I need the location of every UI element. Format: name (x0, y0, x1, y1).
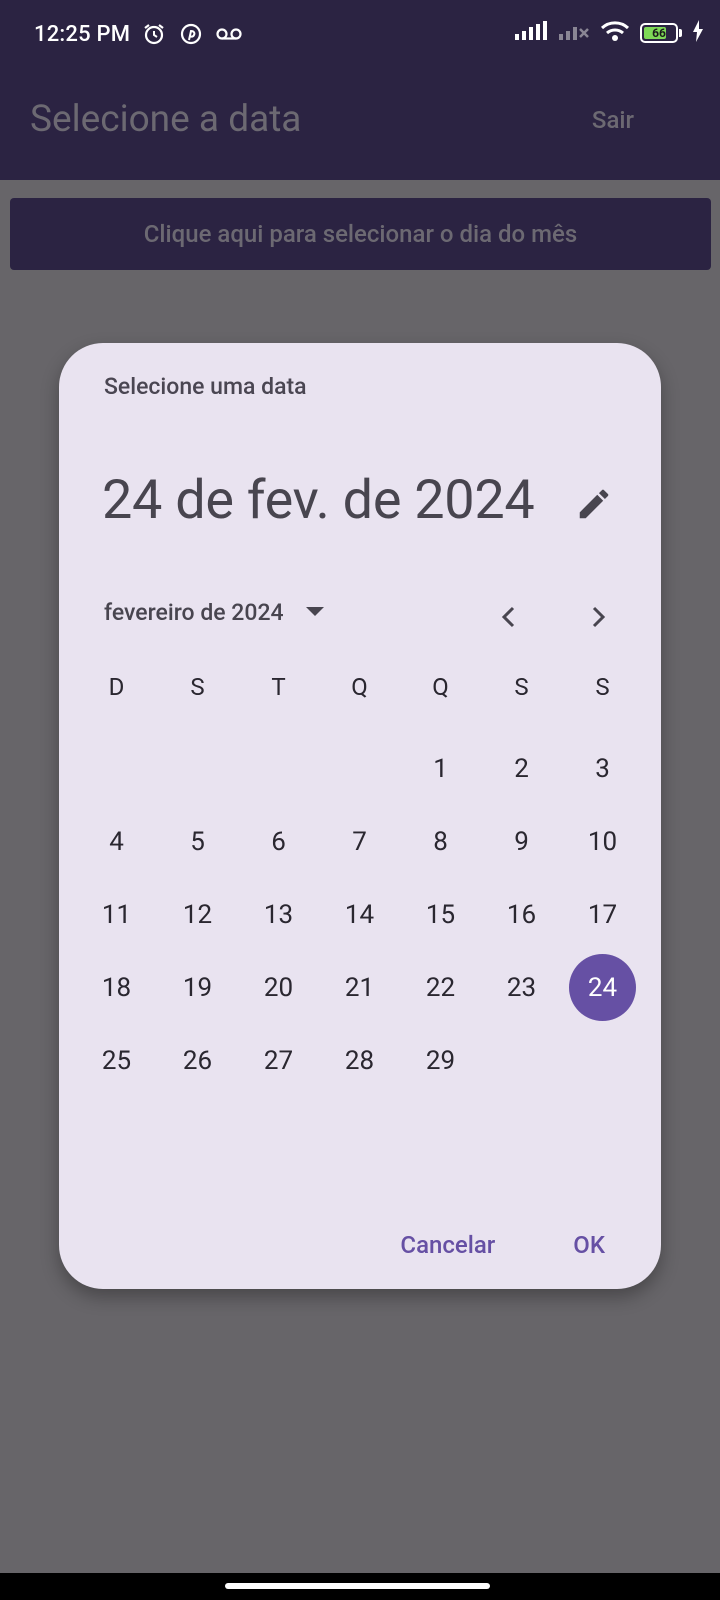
calendar-day[interactable]: 15 (400, 878, 481, 951)
calendar-day[interactable]: 1 (400, 732, 481, 805)
calendar-day[interactable]: 12 (157, 878, 238, 951)
calendar-day-selected[interactable]: 24 (562, 951, 643, 1024)
calendar-day[interactable]: 22 (400, 951, 481, 1024)
calendar-day[interactable]: 19 (157, 951, 238, 1024)
wifi-icon (600, 20, 630, 46)
status-bar: 12:25 PM 66 (0, 0, 720, 74)
calendar-day[interactable]: 8 (400, 805, 481, 878)
dropdown-arrow-icon (304, 603, 326, 622)
voicemail-icon (216, 26, 242, 46)
calendar-day[interactable]: 23 (481, 951, 562, 1024)
calendar-empty-cell (76, 732, 157, 805)
weekday-label: Q (432, 673, 449, 701)
calendar-day[interactable]: 20 (238, 951, 319, 1024)
weekday-label: Q (351, 673, 368, 701)
calendar-day[interactable]: 11 (76, 878, 157, 951)
app-bar: Selecione a data Sair (0, 74, 720, 180)
calendar-day[interactable]: 16 (481, 878, 562, 951)
date-picker-dialog: Selecione uma data 24 de fev. de 2024 fe… (59, 343, 661, 1289)
calendar-day[interactable]: 7 (319, 805, 400, 878)
chevron-left-icon (500, 605, 518, 633)
weekday-label: S (190, 673, 205, 701)
calendar-day[interactable]: 17 (562, 878, 643, 951)
calendar-week: 1 2 3 (76, 732, 644, 805)
chevron-right-icon (589, 605, 607, 633)
calendar-empty-cell (238, 732, 319, 805)
calendar-empty-cell (157, 732, 238, 805)
page-title: Selecione a data (30, 98, 302, 141)
signal-off-icon (558, 21, 590, 45)
weekday-label: T (271, 673, 286, 701)
ok-button[interactable]: OK (573, 1231, 605, 1259)
selected-date-display: 24 de fev. de 2024 (102, 469, 535, 532)
calendar-empty-cell (481, 1024, 562, 1097)
calendar-day[interactable]: 29 (400, 1024, 481, 1097)
previous-month-button[interactable] (489, 599, 529, 639)
edit-icon[interactable] (573, 483, 615, 525)
calendar-day[interactable]: 28 (319, 1024, 400, 1097)
calendar-day[interactable]: 26 (157, 1024, 238, 1097)
cancel-button[interactable]: Cancelar (400, 1231, 495, 1259)
calendar-day[interactable]: 21 (319, 951, 400, 1024)
month-year-selector[interactable]: fevereiro de 2024 (104, 599, 326, 626)
weekday-header: D S T Q Q S S (76, 673, 644, 701)
calendar-day[interactable]: 9 (481, 805, 562, 878)
calendar-week: 11 12 13 14 15 16 17 (76, 878, 644, 951)
weekday-label: S (595, 673, 610, 701)
calendar-week: 4 5 6 7 8 9 10 (76, 805, 644, 878)
weekday-label: S (514, 673, 529, 701)
battery-icon: 66 (640, 23, 678, 43)
home-gesture-handle[interactable] (225, 1583, 490, 1589)
month-year-label: fevereiro de 2024 (104, 599, 284, 626)
calendar-day[interactable]: 5 (157, 805, 238, 878)
calendar-empty-cell (319, 732, 400, 805)
calendar-week: 18 19 20 21 22 23 24 (76, 951, 644, 1024)
next-month-button[interactable] (578, 599, 618, 639)
calendar-day[interactable]: 18 (76, 951, 157, 1024)
select-day-button[interactable]: Clique aqui para selecionar o dia do mês (10, 198, 711, 270)
calendar-day[interactable]: 6 (238, 805, 319, 878)
pinterest-icon (180, 23, 202, 49)
battery-level: 66 (652, 26, 666, 40)
calendar-grid: 1 2 3 4 5 6 7 8 9 10 11 12 13 14 15 16 1… (76, 732, 644, 1097)
dialog-headline: Selecione uma data (104, 373, 307, 400)
navigation-bar (0, 1573, 720, 1600)
weekday-label: D (108, 673, 125, 701)
selected-day-indicator: 24 (569, 954, 636, 1021)
exit-button[interactable]: Sair (592, 106, 634, 134)
signal-icon (514, 21, 548, 45)
calendar-week: 25 26 27 28 29 (76, 1024, 644, 1097)
charging-icon (692, 20, 704, 46)
calendar-day[interactable]: 10 (562, 805, 643, 878)
calendar-day[interactable]: 4 (76, 805, 157, 878)
calendar-empty-cell (562, 1024, 643, 1097)
calendar-day[interactable]: 25 (76, 1024, 157, 1097)
alarm-icon (142, 22, 166, 50)
calendar-day[interactable]: 27 (238, 1024, 319, 1097)
dialog-actions: Cancelar OK (400, 1231, 605, 1259)
calendar-day[interactable]: 13 (238, 878, 319, 951)
status-time: 12:25 PM (34, 22, 131, 47)
calendar-day[interactable]: 14 (319, 878, 400, 951)
calendar-day[interactable]: 2 (481, 732, 562, 805)
calendar-day[interactable]: 3 (562, 732, 643, 805)
